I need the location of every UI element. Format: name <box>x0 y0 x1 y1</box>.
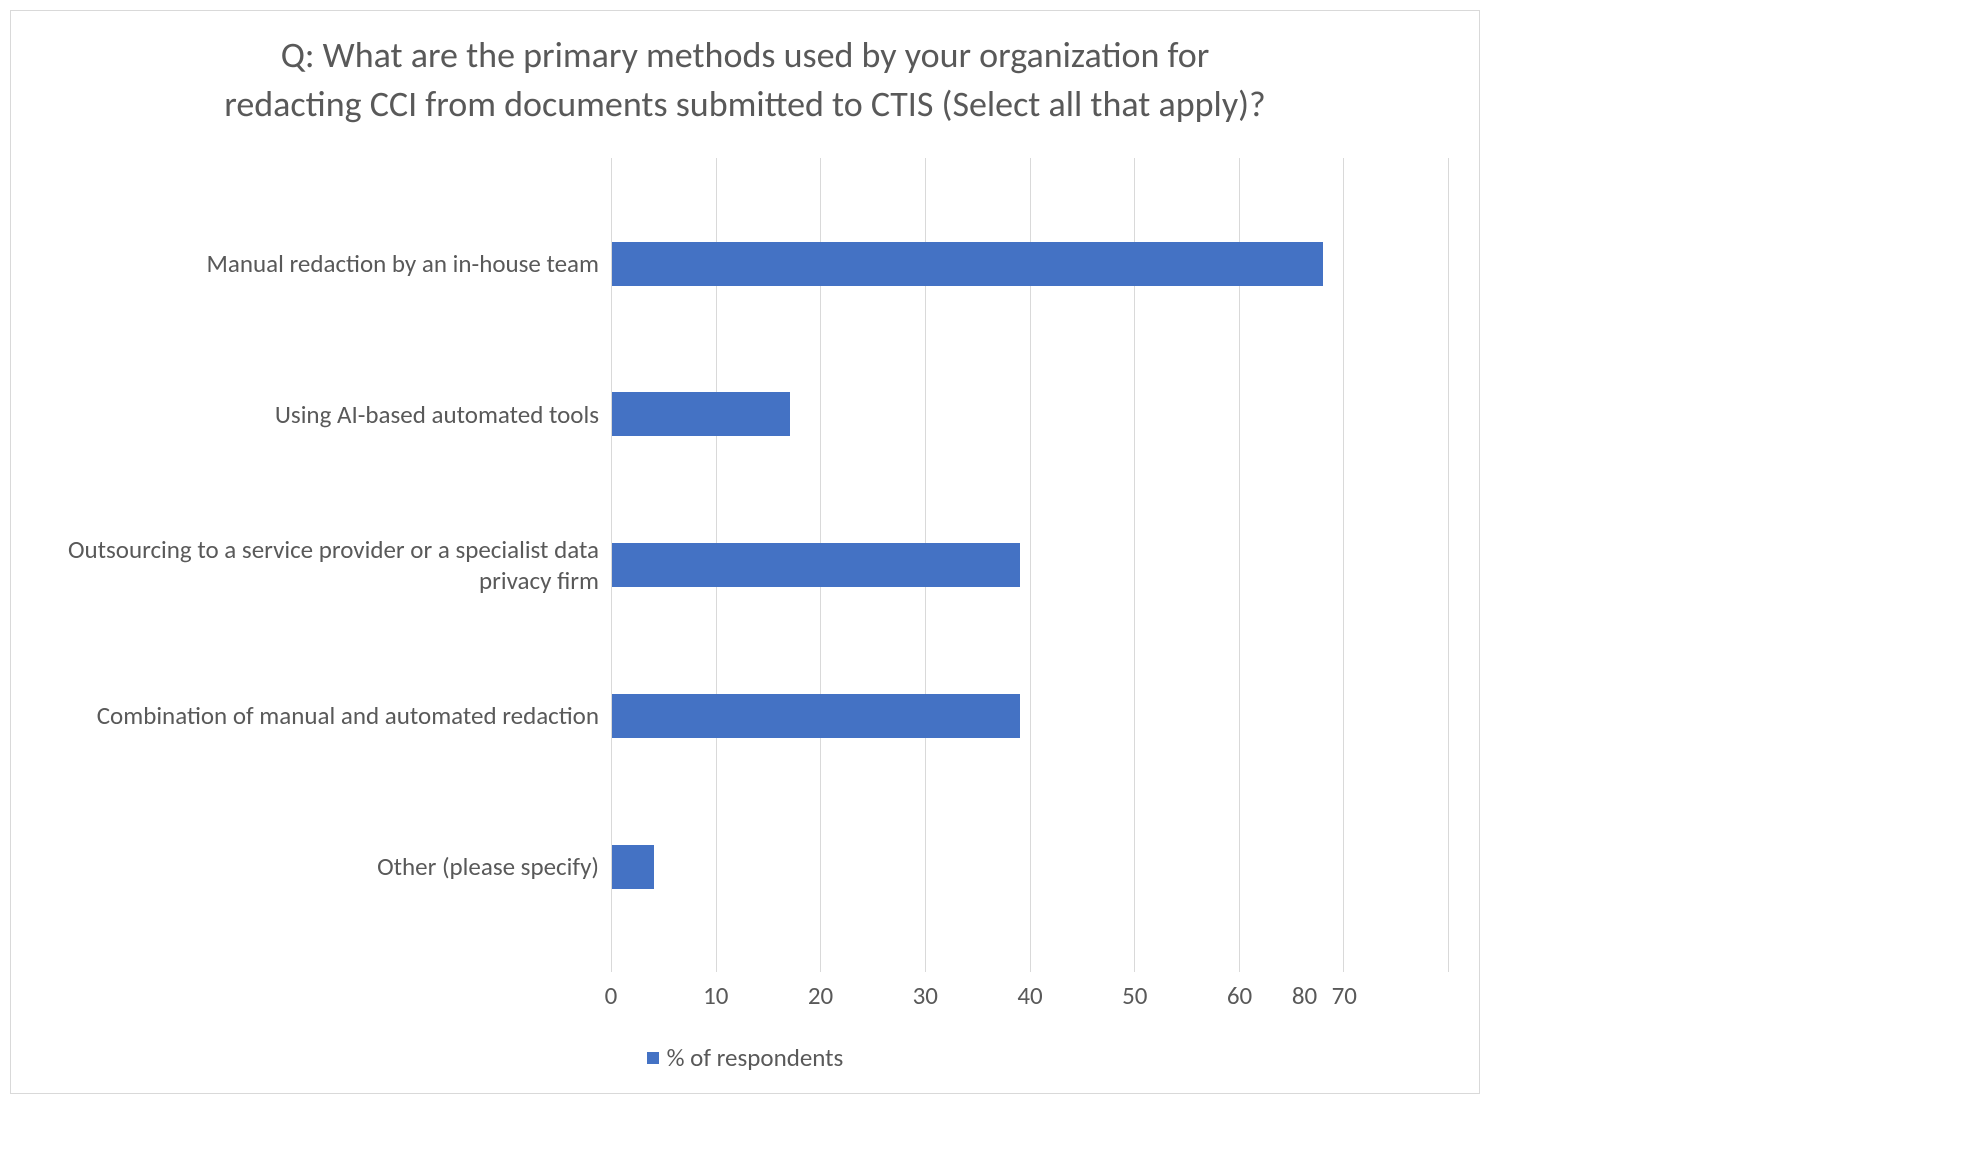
category-label: Combination of manual and automated reda… <box>41 640 611 791</box>
x-axis: 0 10 20 30 40 50 60 7080 <box>611 972 1449 1012</box>
bar <box>612 242 1323 286</box>
bar <box>612 845 654 889</box>
legend: % of respondents <box>41 1012 1449 1073</box>
plot-row: Manual redaction by an in-house team Usi… <box>41 158 1449 972</box>
bar <box>612 694 1020 738</box>
bar-slot <box>612 339 1449 490</box>
bar-slot <box>612 188 1449 339</box>
bar-slot <box>612 490 1449 641</box>
category-label: Outsourcing to a service provider or a s… <box>41 490 611 641</box>
category-label: Using AI-based automated tools <box>41 339 611 490</box>
y-axis-labels: Manual redaction by an in-house team Usi… <box>41 158 611 972</box>
chart-container: Q: What are the primary methods used by … <box>10 10 1480 1094</box>
plot-area <box>611 158 1449 972</box>
bars-group <box>612 158 1449 972</box>
category-label: Other (please specify) <box>41 791 611 942</box>
chart-body: Manual redaction by an in-house team Usi… <box>41 158 1449 1073</box>
category-label: Manual redaction by an in-house team <box>41 188 611 339</box>
legend-label: % of respondents <box>667 1042 844 1073</box>
bar <box>612 392 790 436</box>
bar-slot <box>612 791 1449 942</box>
bar-slot <box>612 640 1449 791</box>
bar <box>612 543 1020 587</box>
chart-title: Q: What are the primary methods used by … <box>41 31 1449 158</box>
legend-swatch-icon <box>647 1052 659 1064</box>
